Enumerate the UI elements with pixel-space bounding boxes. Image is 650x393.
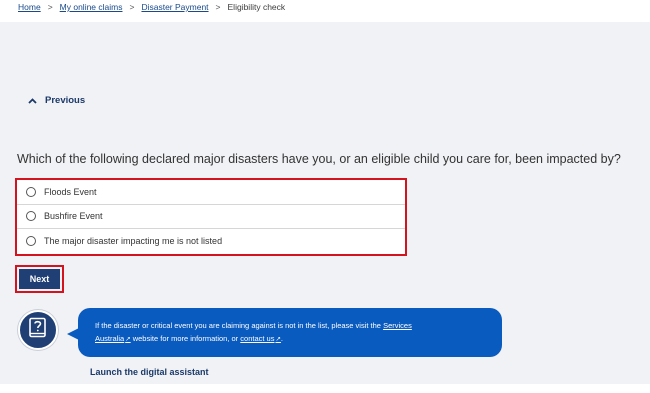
radio-button[interactable] <box>26 186 36 197</box>
breadcrumb-current: Eligibility check <box>227 2 286 12</box>
disaster-options-group: Floods Event Bushfire Event The major di… <box>15 178 407 256</box>
option-label: Bushfire Event <box>44 211 103 222</box>
question-text: Which of the following declared major di… <box>17 152 621 166</box>
previous-link[interactable]: Previous <box>28 95 85 106</box>
breadcrumb-disaster-payment-link[interactable]: Disaster Payment <box>141 2 208 12</box>
services-australia-link[interactable]: Services <box>383 321 412 330</box>
breadcrumb-separator: > <box>215 2 221 12</box>
link-text: Services <box>383 321 412 330</box>
option-not-listed[interactable]: The major disaster impacting me is not l… <box>17 229 405 254</box>
chevron-up-icon <box>28 97 37 104</box>
next-button[interactable]: Next <box>19 269 60 289</box>
option-bushfire-event[interactable]: Bushfire Event <box>17 205 405 230</box>
digital-assistant-button[interactable] <box>18 310 58 350</box>
launch-digital-assistant-link[interactable]: Launch the digital assistant <box>90 367 209 377</box>
breadcrumb-home-link[interactable]: Home <box>18 2 41 12</box>
assistant-message-bubble: If the disaster or critical event you ar… <box>67 308 502 357</box>
radio-button[interactable] <box>26 236 36 247</box>
page-footer-strip <box>0 384 650 393</box>
link-text: contact us <box>240 333 275 343</box>
breadcrumb-my-online-claims-link[interactable]: My online claims <box>60 2 123 12</box>
breadcrumb-separator: > <box>129 2 135 12</box>
bubble-tail <box>67 328 79 340</box>
link-text: Australia <box>95 333 125 343</box>
option-label: The major disaster impacting me is not l… <box>44 236 223 247</box>
message-prefix: If the disaster or critical event you ar… <box>95 321 384 330</box>
assistant-message: If the disaster or critical event you ar… <box>95 320 486 346</box>
breadcrumb-separator: > <box>47 2 53 12</box>
breadcrumb-bar: Home > My online claims > Disaster Payment > E… <box>0 0 650 22</box>
question-book-icon <box>28 317 48 344</box>
message-middle: website for more information, or <box>130 333 241 343</box>
radio-button[interactable] <box>26 211 36 222</box>
contact-us-link[interactable]: contact us↗ <box>240 334 281 343</box>
option-label: Floods Event <box>44 186 97 197</box>
services-australia-link[interactable]: Australia↗ <box>95 334 131 343</box>
option-floods-event[interactable]: Floods Event <box>17 180 405 205</box>
previous-label: Previous <box>45 95 86 106</box>
message-suffix: . <box>280 333 284 343</box>
breadcrumb: Home > My online claims > Disaster Payment > E… <box>18 2 285 12</box>
next-button-highlight: Next <box>15 265 64 293</box>
